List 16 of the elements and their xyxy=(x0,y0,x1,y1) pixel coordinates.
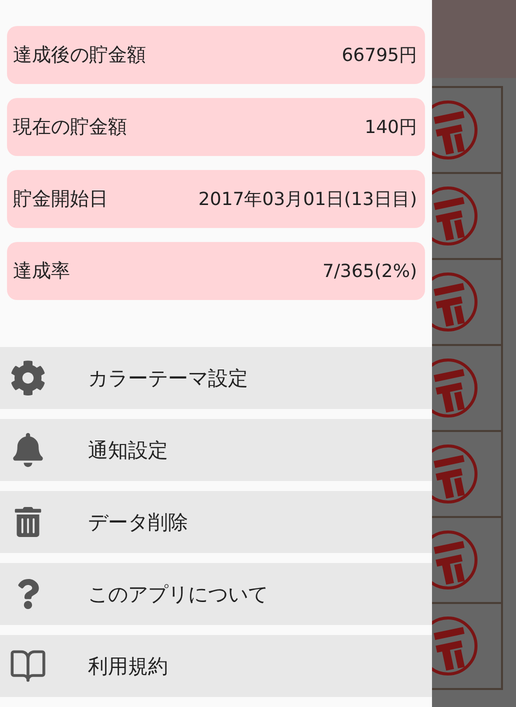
menu-item[interactable]: 利用規約 xyxy=(0,635,432,697)
summary-value: 140円 xyxy=(364,116,417,139)
trash-icon xyxy=(13,507,43,537)
bell-icon xyxy=(11,433,45,467)
summary-label: 達成後の貯金額 xyxy=(13,43,146,68)
menu-item[interactable]: 通知設定 xyxy=(0,419,432,481)
summary-value: 7/365(2%) xyxy=(322,260,417,282)
summary-value: 2017年03月01日(13日目) xyxy=(198,188,417,211)
menu-item[interactable]: データ削除 xyxy=(0,491,432,553)
summary-label: 貯金開始日 xyxy=(13,187,108,212)
summary-label: 達成率 xyxy=(13,259,70,284)
menu-item[interactable]: カラーテーマ設定 xyxy=(0,347,432,409)
summary-label: 現在の貯金額 xyxy=(13,115,127,140)
menu-item[interactable]: このアプリについて xyxy=(0,563,432,625)
summary-value: 66795円 xyxy=(342,44,417,67)
gear-icon xyxy=(10,360,46,396)
